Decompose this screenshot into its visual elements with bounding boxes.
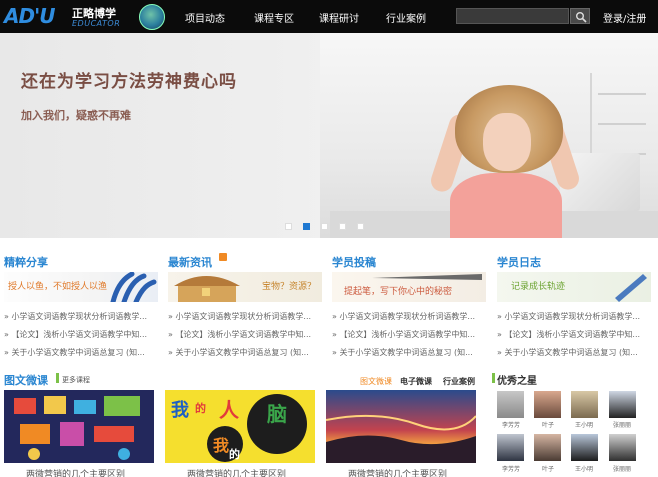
- avatar-name: 王小明: [575, 422, 594, 429]
- search-button[interactable]: [570, 8, 590, 24]
- nav-item-courses[interactable]: 课程专区: [254, 10, 294, 25]
- thumb-word: 的: [229, 448, 240, 461]
- top-navigation-bar: AD'U 正略博学 EDUCATOR 项目动态 课程专区 课程研讨 行业案例 登…: [0, 0, 658, 33]
- more-courses-link[interactable]: 更多课程: [62, 375, 90, 385]
- list-item[interactable]: » 【论文】浅析小学语文词语教学中知...: [497, 329, 653, 340]
- site-logo[interactable]: AD'U 正略博学 EDUCATOR: [4, 3, 128, 30]
- carousel-dot[interactable]: [357, 223, 364, 230]
- column-title-diaries[interactable]: 学员日志: [497, 254, 541, 270]
- course-caption[interactable]: 两微营销的几个主要区别: [348, 467, 447, 477]
- thumb-word: 人: [219, 398, 239, 422]
- section-title-stars: 优秀之星: [497, 376, 537, 387]
- rss-icon[interactable]: [219, 253, 227, 261]
- tab-industry-cases[interactable]: 行业案例: [443, 376, 475, 387]
- treasure-chest-icon: [174, 276, 240, 302]
- course-thumbnail[interactable]: [326, 390, 476, 463]
- list-item[interactable]: » 关于小学语文教学中词语总复习 (知...: [332, 347, 488, 358]
- banner-shelf: [590, 73, 650, 163]
- logo-subtitle: EDUCATOR: [72, 19, 121, 28]
- list-item[interactable]: » 关于小学语文教学中词语总复习 (知...: [4, 347, 160, 358]
- nav-item-course-research[interactable]: 课程研讨: [319, 10, 359, 25]
- hero-banner[interactable]: [0, 33, 658, 238]
- carousel-dot[interactable]: [321, 223, 328, 230]
- course-thumbnail[interactable]: 我 的 人 脑 我 的: [165, 390, 315, 463]
- course-thumbnail-art: [326, 414, 476, 463]
- list-item[interactable]: » 【论文】浅析小学语文词语教学中知...: [4, 329, 160, 340]
- column-title-submissions[interactable]: 学员投稿: [332, 254, 376, 270]
- list-item[interactable]: » 小学语文词语教学现状分析词语教学...: [332, 311, 488, 322]
- avatar[interactable]: [534, 434, 561, 461]
- tab-graphic-micro[interactable]: 图文微课: [360, 376, 392, 387]
- banner-headline: 还在为学习方法劳神费心吗: [21, 72, 237, 92]
- list-item[interactable]: » 关于小学语文教学中词语总复习 (知...: [497, 347, 653, 358]
- column-title-news[interactable]: 最新资讯: [168, 254, 212, 270]
- list-item[interactable]: » 小学语文词语教学现状分析词语教学...: [4, 311, 160, 322]
- avatar-name: 李芳芳: [502, 466, 521, 473]
- banner-tagline: 加入我们，疑惑不再难: [21, 109, 131, 122]
- course-caption[interactable]: 两微营销的几个主要区别: [26, 467, 125, 477]
- list-item[interactable]: » 【论文】浅析小学语文词语教学中知...: [332, 329, 488, 340]
- avatar[interactable]: [497, 391, 524, 418]
- avatar[interactable]: [571, 434, 598, 461]
- course-thumbnail-art: [4, 390, 154, 463]
- carousel-dot[interactable]: [285, 223, 292, 230]
- carousel-dot[interactable]: [339, 223, 346, 230]
- avatar[interactable]: [609, 434, 636, 461]
- avatar[interactable]: [497, 434, 524, 461]
- column-banner-submissions[interactable]: 提起笔，写下你心中的秘密: [332, 272, 486, 302]
- search-icon: [576, 12, 587, 23]
- tab-electronic-micro[interactable]: 电子微课: [400, 376, 432, 387]
- nav-item-project-news[interactable]: 项目动态: [185, 10, 225, 25]
- thumb-word: 的: [195, 402, 206, 415]
- avatar[interactable]: [534, 391, 561, 418]
- login-register-link[interactable]: 登录/注册: [603, 10, 646, 25]
- column-banner-caption: 提起笔，写下你心中的秘密: [344, 287, 453, 297]
- hand-icon: [110, 272, 157, 302]
- banner-person-face: [483, 113, 531, 171]
- section-marker: [56, 373, 59, 383]
- logo-mark: AD'U: [4, 4, 55, 28]
- search-input[interactable]: [456, 8, 569, 24]
- column-banner-caption: 授人以鱼，不如授人以渔: [8, 282, 108, 292]
- avatar-name: 李芳芳: [502, 422, 521, 429]
- avatar[interactable]: [609, 391, 636, 418]
- avatar-name: 张丽丽: [613, 466, 632, 473]
- column-banner-caption: 记录成长轨迹: [511, 282, 566, 292]
- pen-icon: [372, 274, 482, 280]
- list-item[interactable]: » 小学语文词语教学现状分析词语教学...: [497, 311, 653, 322]
- course-thumbnail[interactable]: [4, 390, 154, 463]
- carousel-dot-active[interactable]: [303, 223, 310, 230]
- list-item[interactable]: » 关于小学语文教学中词语总复习 (知...: [168, 347, 324, 358]
- section-marker: [492, 373, 495, 383]
- column-banner-caption: 宝物？资源？: [262, 282, 317, 292]
- course-caption[interactable]: 两微营销的几个主要区别: [187, 467, 286, 477]
- section-title-micro-courses: 图文微课: [4, 374, 48, 387]
- column-banner-news[interactable]: 宝物？资源？: [168, 272, 322, 302]
- banner-person-body: [450, 173, 562, 238]
- column-title-highlights[interactable]: 精粹分享: [4, 254, 48, 270]
- column-banner-diaries[interactable]: 记录成长轨迹: [497, 272, 651, 302]
- avatar-name: 王小明: [575, 466, 594, 473]
- thumb-word: 脑: [267, 402, 287, 426]
- avatar[interactable]: [571, 391, 598, 418]
- thumb-word: 我: [171, 400, 189, 421]
- nav-item-industry-cases[interactable]: 行业案例: [386, 10, 426, 25]
- avatar-name: 叶子: [542, 466, 555, 473]
- avatar-name: 张丽丽: [613, 422, 632, 429]
- list-item[interactable]: » 小学语文词语教学现状分析词语教学...: [168, 311, 324, 322]
- list-item[interactable]: » 【论文】浅析小学语文词语教学中知...: [168, 329, 324, 340]
- thumb-word: 我: [213, 436, 230, 455]
- avatar-name: 叶子: [542, 422, 555, 429]
- pencil-icon: [615, 274, 647, 302]
- column-banner-highlights[interactable]: 授人以鱼，不如授人以渔: [4, 272, 158, 302]
- emblem-icon: [139, 4, 165, 30]
